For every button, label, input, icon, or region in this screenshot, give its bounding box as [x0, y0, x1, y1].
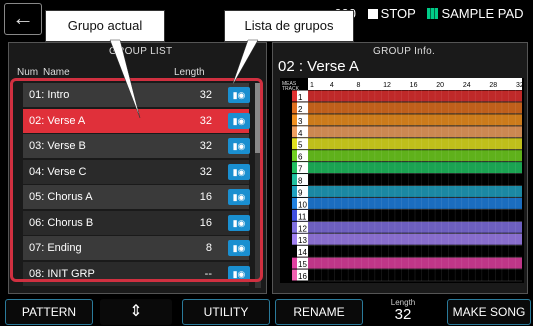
pointer-lista-de-grupos — [231, 39, 259, 87]
bottom-bar: PATTERN ⇕ UTILITY RENAME Length 32 MAKE … — [0, 296, 533, 326]
make-song-button[interactable]: MAKE SONG — [447, 299, 531, 325]
pointer-grupo-actual — [109, 39, 141, 119]
length-value: 32 — [394, 306, 412, 323]
rename-button[interactable]: RENAME — [275, 299, 363, 325]
length-display[interactable]: Length 32 — [373, 298, 433, 323]
up-down-arrows-icon[interactable]: ⇕ — [100, 299, 172, 325]
utility-button[interactable]: UTILITY — [182, 299, 270, 325]
pattern-button[interactable]: PATTERN — [5, 299, 93, 325]
callout-pointers — [109, 39, 259, 119]
